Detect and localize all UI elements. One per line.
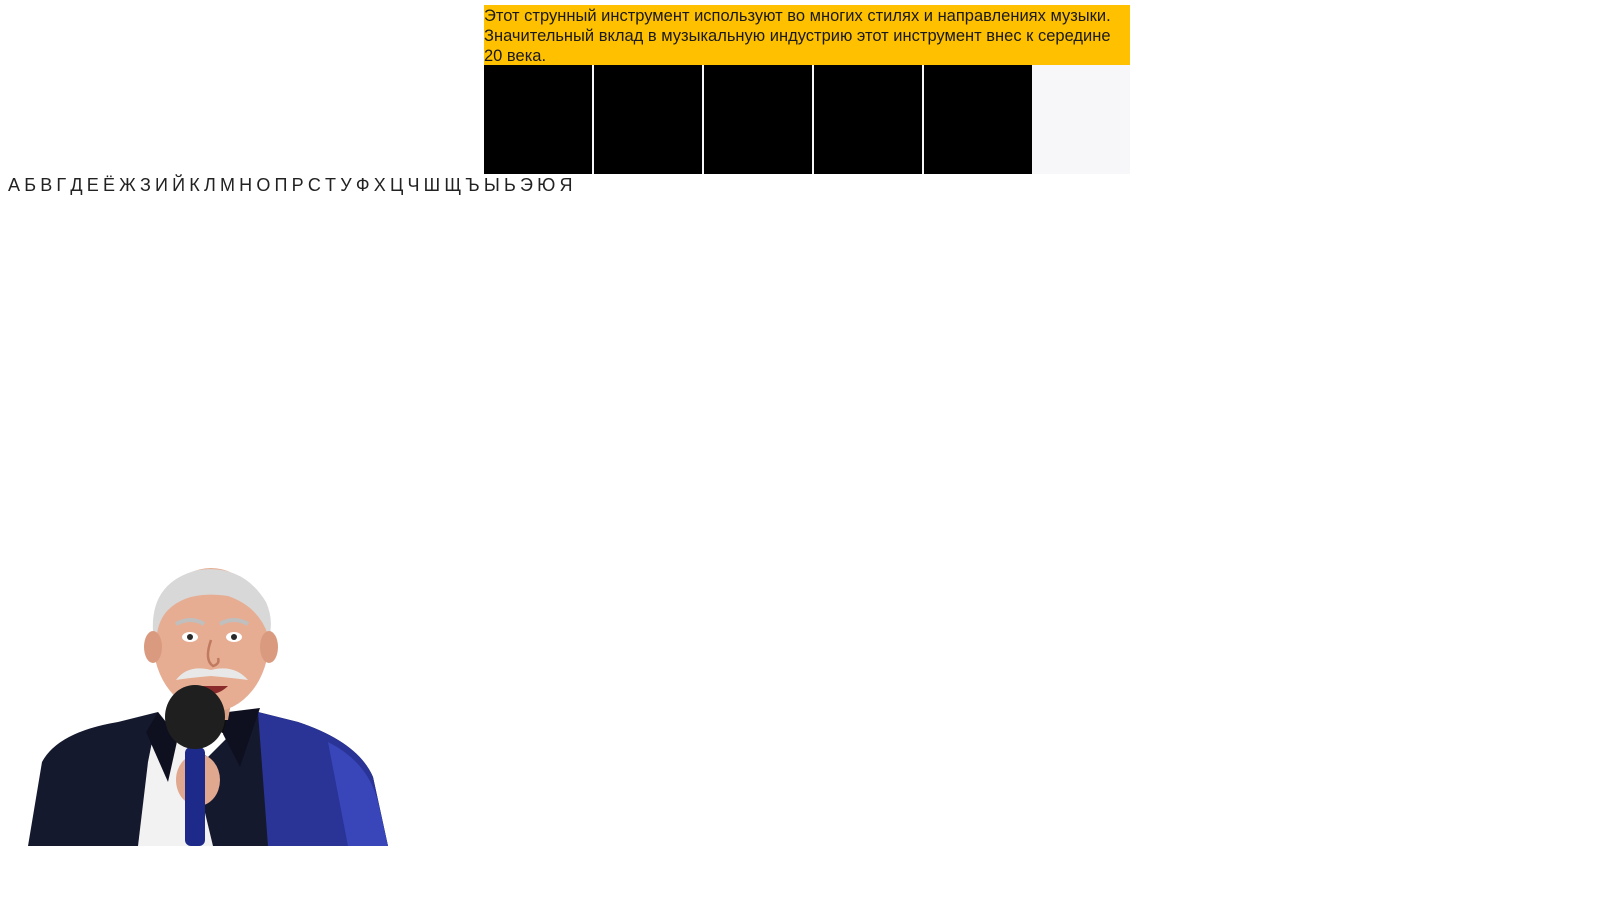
clue-text: Этот струнный инструмент используют во м… (484, 7, 1111, 65)
alphabet-letter[interactable]: Ю (537, 174, 555, 196)
letter-cell-4[interactable] (814, 65, 922, 174)
board-empty-area (1034, 65, 1130, 174)
alphabet-letter[interactable]: Н (239, 174, 252, 196)
alphabet-letter[interactable]: М (220, 174, 235, 196)
alphabet-letter[interactable]: Ц (390, 174, 403, 196)
alphabet-letter[interactable]: Ж (119, 174, 136, 196)
alphabet-letter[interactable]: Б (24, 174, 36, 196)
alphabet-letter[interactable]: Ч (407, 174, 419, 196)
letter-cell-5[interactable] (924, 65, 1032, 174)
alphabet-letter[interactable]: Я (559, 174, 572, 196)
alphabet-letter[interactable]: З (140, 174, 151, 196)
alphabet-letter[interactable]: Д (70, 174, 82, 196)
alphabet-letter[interactable]: Ъ (465, 174, 479, 196)
alphabet-letter[interactable]: Ь (504, 174, 516, 196)
alphabet-letter[interactable]: К (189, 174, 200, 196)
alphabet-letter[interactable]: О (256, 174, 270, 196)
alphabet-letter[interactable]: Щ (444, 174, 461, 196)
alphabet-letter[interactable]: Ш (424, 174, 441, 196)
alphabet-letter[interactable]: Й (172, 174, 185, 196)
word-board (484, 65, 1130, 174)
alphabet-letter[interactable]: С (308, 174, 321, 196)
alphabet-letter[interactable]: У (340, 174, 351, 196)
clue-panel: Этот струнный инструмент используют во м… (484, 5, 1130, 65)
letter-cell-2[interactable] (594, 65, 702, 174)
alphabet-letter[interactable]: Э (520, 174, 533, 196)
alphabet-letter[interactable]: Ё (103, 174, 115, 196)
letter-cell-1[interactable] (484, 65, 592, 174)
game-stage: Этот струнный инструмент используют во м… (0, 0, 1600, 906)
alphabet-letter[interactable]: Р (292, 174, 304, 196)
alphabet-letter[interactable]: Ф (356, 174, 370, 196)
letter-cell-3[interactable] (704, 65, 812, 174)
alphabet-letter[interactable]: Л (204, 174, 216, 196)
alphabet-letter[interactable]: В (40, 174, 52, 196)
alphabet-letter[interactable]: Ы (484, 174, 500, 196)
alphabet-letter[interactable]: И (155, 174, 168, 196)
alphabet-letter[interactable]: А (8, 174, 20, 196)
alphabet-letter[interactable]: Е (87, 174, 99, 196)
alphabet-letter[interactable]: П (275, 174, 288, 196)
alphabet-letter[interactable]: Т (325, 174, 336, 196)
alphabet-letter[interactable]: Г (56, 174, 66, 196)
host-with-microphone-image (28, 568, 388, 846)
alphabet-letter[interactable]: Х (374, 174, 386, 196)
alphabet-keyboard: АБВГДЕЁЖЗИЙКЛМНОПРСТУФХЦЧШЩЪЫЬЭЮЯ (8, 174, 577, 196)
